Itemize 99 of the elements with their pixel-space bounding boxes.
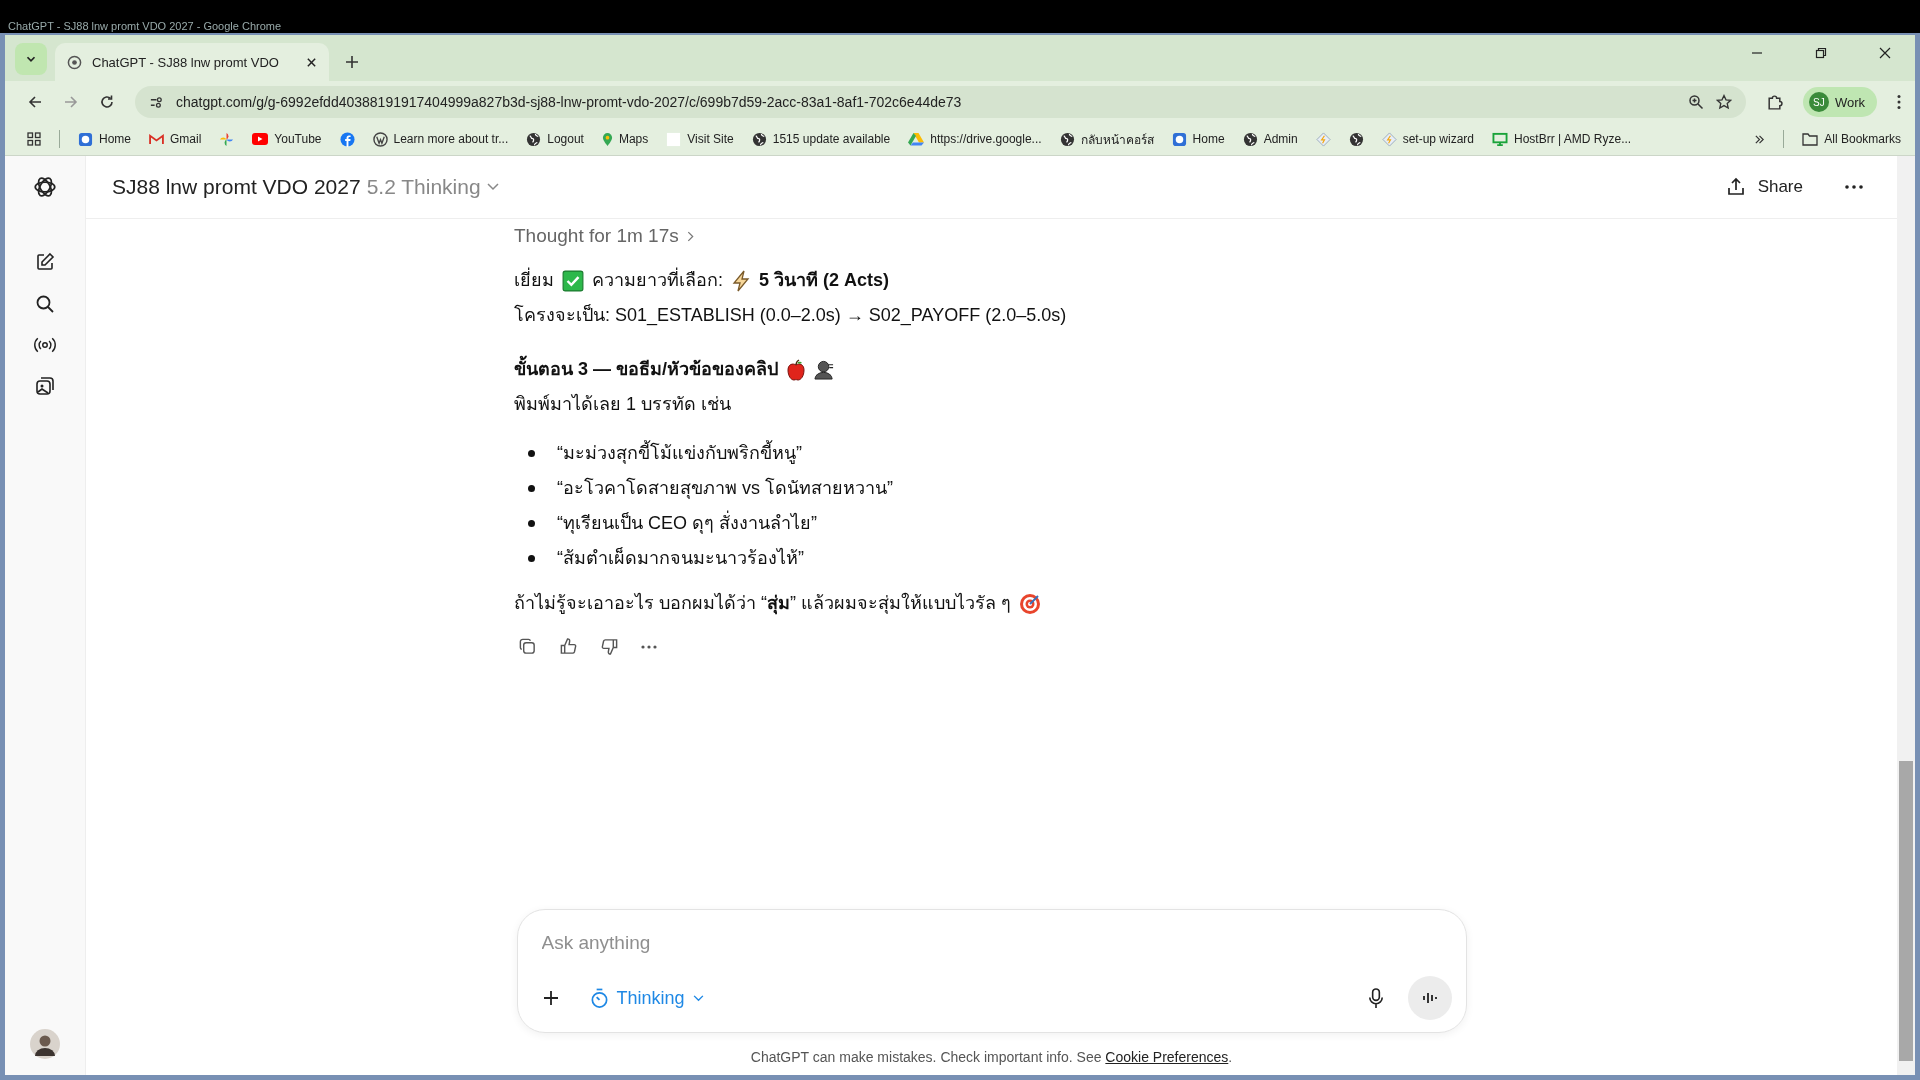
chevron-right-icon — [686, 230, 694, 242]
message-text: เยี่ยม — [514, 263, 554, 298]
profile-button[interactable]: SJ Work — [1802, 87, 1877, 117]
back-icon[interactable] — [27, 94, 43, 110]
message-text: ความยาวที่เลือก: — [592, 263, 723, 298]
map-pin-icon — [601, 131, 613, 147]
bookmark[interactable]: Admin — [1242, 131, 1298, 147]
puzzle-icon[interactable] — [1765, 93, 1783, 111]
scrollbar[interactable] — [1897, 156, 1915, 1075]
timer-icon — [589, 987, 609, 1009]
bookmark[interactable]: 1515 update available — [751, 131, 891, 147]
address-bar[interactable]: chatgpt.com/g/g-6992efdd40388191917404999a827b3d-sj88-lnw-promt-vdo-2027/c/699b7d59-2acc-83a1-8af1-702c6e44de73 — [135, 86, 1746, 118]
person-icon — [814, 359, 835, 380]
play-icon — [252, 133, 269, 145]
chevron-down-icon — [692, 994, 704, 1002]
copy-icon[interactable] — [518, 637, 537, 656]
close-icon[interactable] — [1879, 47, 1891, 59]
images-icon[interactable] — [35, 376, 55, 396]
blank-page-icon — [666, 131, 682, 147]
globe-icon — [1059, 131, 1075, 147]
voice-mode-button[interactable] — [1407, 976, 1452, 1020]
restore-icon[interactable] — [1815, 47, 1827, 59]
bookmark[interactable]: https://drive.google... — [908, 132, 1042, 146]
reload-icon[interactable] — [99, 94, 115, 110]
zoom-icon[interactable] — [1687, 94, 1704, 110]
folder-icon — [1802, 132, 1819, 146]
bookmark[interactable]: set-up wizard — [1381, 131, 1474, 147]
message-text: 5 วินาที (2 Acts) — [759, 269, 890, 292]
more-icon[interactable] — [1845, 185, 1863, 189]
wordpress-icon — [372, 131, 388, 147]
list-item: “อะโวคาโดสายสุขภาพ vs โดนัทสายหวาน” — [557, 476, 893, 501]
mail-icon — [149, 133, 164, 145]
bullet-icon — [528, 485, 535, 492]
globe-icon — [751, 131, 767, 147]
message-text: พิมพ์มาได้เลย 1 บรรทัด เช่น — [514, 393, 732, 416]
message-text: ถ้าไม่รู้จะเอาอะไร บอกผมได้ว่า “สุ่ม” แล้วผมจะสุ่มให้แบบไวรัล ๆ — [514, 591, 1011, 617]
bullet-icon — [528, 450, 535, 457]
logo-icon[interactable] — [32, 174, 58, 200]
chevrons-icon[interactable] — [1754, 133, 1766, 145]
star-icon[interactable] — [1715, 94, 1732, 110]
favicon-icon — [67, 54, 82, 70]
browser-tab[interactable]: ChatGPT - SJ88 lnw promt VDO — [55, 43, 329, 81]
thinking-mode-button[interactable]: Thinking — [583, 986, 710, 1010]
message-heading: ขั้นตอน 3 — ขอธีม/หัวข้อของคลิป — [514, 352, 778, 387]
apps-icon[interactable] — [27, 132, 41, 146]
globe-icon — [1348, 131, 1364, 147]
monitor-icon — [1492, 131, 1508, 147]
list-item: “มะม่วงสุกขี้โม้แข่งกับพริกขี้หนู” — [557, 437, 802, 470]
avatar-icon[interactable] — [30, 1029, 60, 1059]
plus-icon[interactable] — [541, 989, 560, 1007]
share-button[interactable]: Share — [1719, 176, 1809, 198]
check-mark-icon — [562, 269, 584, 292]
bookmark[interactable]: Gmail — [149, 132, 202, 146]
thought-toggle[interactable]: Thought for 1m 17s — [514, 225, 694, 247]
search-icon[interactable] — [35, 294, 55, 314]
more-icon[interactable] — [641, 644, 657, 649]
broadcast-icon[interactable] — [34, 336, 56, 354]
drive-icon — [908, 132, 925, 146]
diamond-icon — [1381, 131, 1397, 147]
bookmark[interactable]: กลับหน้าคอร์ส — [1059, 129, 1154, 149]
microphone-icon[interactable] — [1367, 987, 1384, 1009]
app-icon — [1171, 131, 1187, 147]
bookmark[interactable]: HostBrr | AMD Ryze... — [1492, 131, 1632, 147]
bookmark[interactable] — [1348, 131, 1364, 147]
bookmark[interactable]: Learn more about tr... — [372, 131, 509, 147]
site-settings-icon[interactable] — [149, 94, 164, 110]
chevron-down-icon — [486, 183, 499, 191]
lightning-icon — [731, 269, 751, 292]
thumbs-up-icon[interactable] — [559, 637, 578, 656]
list-item: “ทุเรียนเป็น CEO ดุๆ สั่งงานลำไย” — [557, 507, 817, 540]
share-icon — [1725, 177, 1746, 197]
facebook-icon — [339, 131, 355, 147]
bookmark[interactable]: Logout — [526, 131, 584, 147]
disclaimer: ChatGPT can make mistakes. Check important info. See Cookie Preferences. — [749, 1049, 1234, 1065]
bookmark[interactable]: Home — [78, 131, 131, 147]
diamond-icon — [1315, 131, 1331, 147]
message-text: โครงจะเป็น: S01_ESTABLISH (0.0–2.0s) → S02_PAYOFF (2.0–5.0s) — [514, 303, 1068, 328]
bookmark[interactable]: Maps — [601, 131, 649, 147]
app-icon — [78, 131, 93, 147]
close-icon[interactable] — [306, 56, 317, 68]
model-selector[interactable]: SJ88 lnw promt VDO 2027 5.2 Thinking — [106, 174, 505, 200]
bullet-icon — [528, 555, 535, 562]
target-icon — [1019, 592, 1041, 615]
list-item: “ส้มตำเผ็ดมากจนมะนาวร้องไห้” — [557, 546, 804, 571]
pinwheel-icon — [219, 131, 235, 147]
more-icon[interactable] — [1897, 94, 1901, 110]
window-title: ChatGPT - SJ88 lnw promt VDO 2027 - Google Chrome — [8, 20, 282, 33]
new-chat-icon[interactable] — [35, 252, 55, 272]
globe-icon — [526, 131, 542, 147]
bookmark[interactable]: Visit Site — [666, 131, 734, 147]
globe-icon — [1242, 131, 1258, 147]
bookmark[interactable]: Home — [1171, 131, 1225, 147]
bullet-icon — [528, 520, 535, 527]
bookmark[interactable]: YouTube — [252, 132, 322, 146]
waveform-icon — [1421, 990, 1438, 1006]
apple-icon — [786, 358, 806, 381]
new-tab-icon[interactable] — [345, 55, 359, 69]
thumbs-down-icon[interactable] — [600, 637, 619, 656]
all-bookmarks-button[interactable]: All Bookmarks — [1802, 132, 1901, 146]
